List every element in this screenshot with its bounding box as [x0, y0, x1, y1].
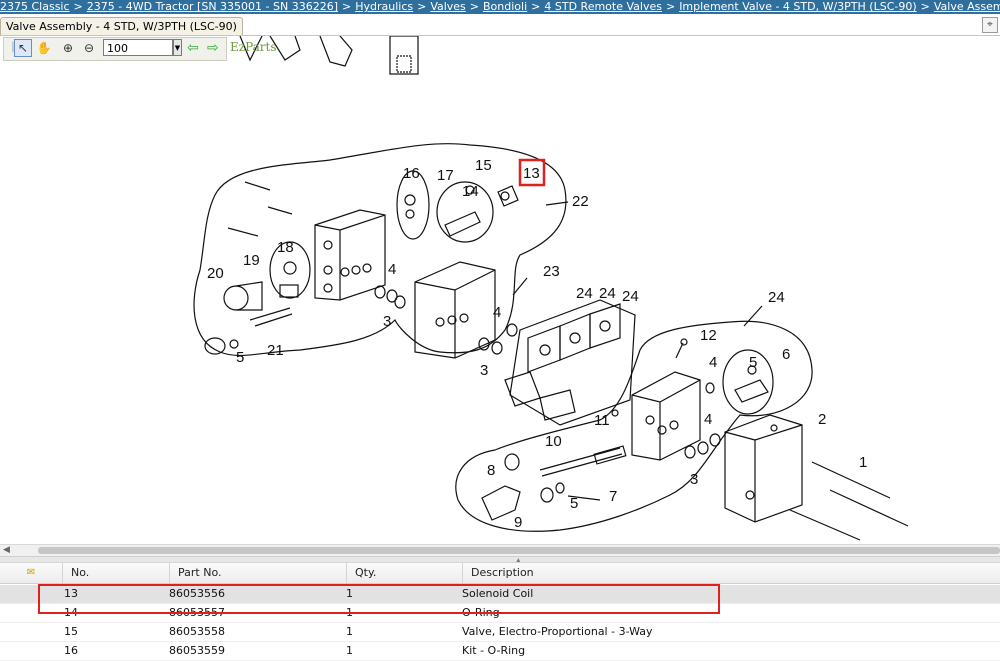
- cell-qty: 1: [346, 625, 353, 638]
- callout-8[interactable]: 8: [487, 462, 495, 479]
- callout-4[interactable]: 4: [388, 261, 396, 278]
- breadcrumb-item[interactable]: Valve Assembly - 4 STD, W/3PTH (LSC-90): [934, 0, 1000, 13]
- select-column-icon[interactable]: ✉: [0, 563, 62, 583]
- callout-17[interactable]: 17: [437, 167, 454, 184]
- breadcrumb-separator: >: [920, 0, 930, 13]
- scroll-left-icon[interactable]: ◀: [3, 545, 10, 555]
- chevron-down-icon[interactable]: ▼: [173, 39, 182, 56]
- breadcrumb-separator: >: [665, 0, 676, 13]
- table-row[interactable]: 16 86053559 1 Kit - O-Ring: [0, 642, 1000, 661]
- breadcrumb-item[interactable]: Implement Valve - 4 STD, W/3PTH (LSC-90): [679, 0, 916, 13]
- callout-22[interactable]: 22: [572, 193, 589, 210]
- column-header-no[interactable]: No.: [62, 563, 169, 583]
- forward-arrow-icon[interactable]: ⇨: [207, 40, 219, 56]
- column-header-part-no[interactable]: Part No.: [169, 563, 346, 583]
- breadcrumb-item[interactable]: 2375 Classic: [0, 0, 70, 13]
- table-header: ✉ No. Part No. Qty. Description: [0, 562, 1000, 584]
- callout-4[interactable]: 4: [704, 411, 712, 428]
- callout-20[interactable]: 20: [207, 265, 224, 282]
- cell-part-no: 86053559: [169, 644, 225, 657]
- callout-12[interactable]: 12: [700, 327, 717, 344]
- callout-24[interactable]: 24: [622, 288, 639, 305]
- viewer-toolbar: │ ↖ ✋ ⊕ ⊖ 100 ▼ ⇦ ⇨: [3, 37, 227, 61]
- zoom-in-icon[interactable]: ⊕: [60, 40, 76, 56]
- pan-hand-icon[interactable]: ✋: [36, 40, 52, 56]
- callout-4[interactable]: 4: [493, 304, 501, 321]
- breadcrumb-item[interactable]: Hydraulics: [355, 0, 413, 13]
- breadcrumb-item[interactable]: Bondioli: [483, 0, 527, 13]
- callout-3[interactable]: 3: [480, 362, 488, 379]
- pin-icon[interactable]: ⌖: [982, 17, 998, 33]
- callout-24[interactable]: 24: [576, 285, 593, 302]
- breadcrumb-separator: >: [531, 0, 541, 13]
- highlight-box-row: [38, 584, 720, 614]
- callout-19[interactable]: 19: [243, 252, 260, 269]
- callout-5[interactable]: 5: [749, 354, 757, 371]
- cell-no: 15: [64, 625, 78, 638]
- cell-qty: 1: [346, 644, 353, 657]
- breadcrumb-separator: >: [469, 0, 480, 13]
- callout-9[interactable]: 9: [514, 514, 522, 531]
- callout-7[interactable]: 7: [609, 488, 617, 505]
- tab-valve-assembly[interactable]: Valve Assembly - 4 STD, W/3PTH (LSC-90): [0, 17, 243, 36]
- callout-13[interactable]: 13: [523, 165, 540, 182]
- breadcrumb-item[interactable]: Valves: [430, 0, 465, 13]
- scrollbar-thumb[interactable]: [38, 547, 1000, 554]
- pointer-tool-icon[interactable]: ↖: [14, 39, 32, 57]
- cell-no: 16: [64, 644, 78, 657]
- column-header-description[interactable]: Description: [462, 563, 1000, 583]
- callout-16[interactable]: 16: [403, 165, 420, 182]
- zoom-input[interactable]: 100: [103, 39, 173, 56]
- breadcrumb-separator: >: [341, 0, 352, 13]
- zoom-out-icon[interactable]: ⊖: [81, 40, 97, 56]
- callout-3[interactable]: 3: [383, 313, 391, 330]
- callout-5[interactable]: 5: [570, 495, 578, 512]
- callout-21[interactable]: 21: [267, 342, 284, 359]
- breadcrumb-item[interactable]: 4 STD Remote Valves: [544, 0, 662, 13]
- breadcrumb-separator: >: [73, 0, 83, 13]
- callout-4[interactable]: 4: [709, 354, 717, 371]
- breadcrumb: 2375 Classic >2375 - 4WD Tractor [SN 3350…: [0, 0, 1000, 14]
- exploded-parts-diagram: 13 16 17 15 14 22 18 19 20 4 3 23 21 5 4…: [193, 36, 909, 541]
- breadcrumb-item[interactable]: 2375 - 4WD Tractor [SN 335001 - SN 33622…: [87, 0, 338, 13]
- table-row[interactable]: 15 86053558 1 Valve, Electro-Proportiona…: [0, 623, 1000, 642]
- callout-5[interactable]: 5: [236, 349, 244, 366]
- callout-18[interactable]: 18: [277, 239, 294, 256]
- callout-6[interactable]: 6: [782, 346, 790, 363]
- ezparts-logo: EzParts: [230, 40, 277, 54]
- callout-3[interactable]: 3: [690, 471, 698, 488]
- callout-2[interactable]: 2: [818, 411, 826, 428]
- breadcrumb-separator: >: [417, 0, 427, 13]
- callout-24[interactable]: 24: [599, 285, 616, 302]
- callout-10[interactable]: 10: [545, 433, 562, 450]
- callout-24[interactable]: 24: [768, 289, 785, 306]
- callout-11[interactable]: 11: [594, 412, 610, 429]
- callout-15[interactable]: 15: [475, 157, 492, 174]
- callout-14[interactable]: 14: [462, 183, 479, 200]
- column-header-qty[interactable]: Qty.: [346, 563, 462, 583]
- cell-description: Kit - O-Ring: [462, 644, 526, 657]
- cell-description: Valve, Electro-Proportional - 3-Way: [462, 625, 653, 638]
- back-arrow-icon[interactable]: ⇦: [187, 40, 199, 56]
- callout-23[interactable]: 23: [543, 263, 560, 280]
- cell-part-no: 86053558: [169, 625, 225, 638]
- callout-1[interactable]: 1: [859, 454, 867, 471]
